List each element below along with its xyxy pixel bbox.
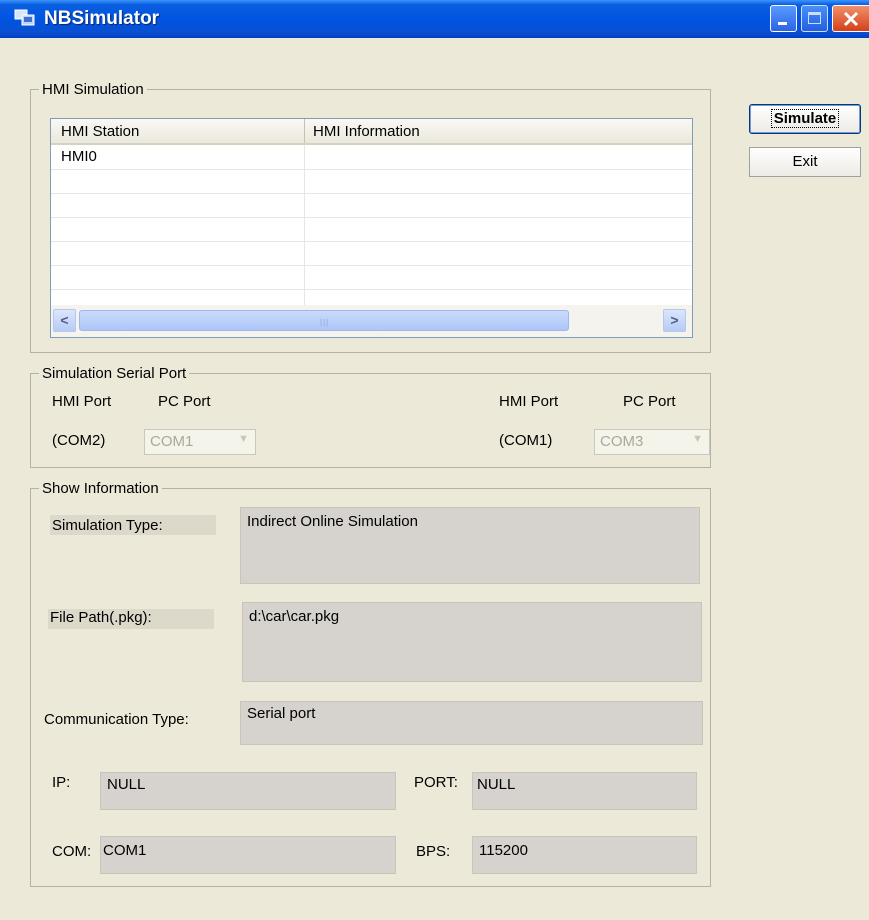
left-pc-port-selected: COM1: [150, 433, 194, 450]
file-path-label: File Path(.pkg):: [50, 609, 152, 626]
maximize-icon: [808, 12, 821, 24]
title-bar[interactable]: NBSimulator: [0, 0, 869, 38]
hmi-list-view[interactable]: HMI Station HMI Information HMI0 < ||| >: [50, 118, 693, 338]
table-row: [51, 193, 692, 218]
exit-button[interactable]: Exit: [749, 147, 861, 177]
left-pc-port-header: PC Port: [158, 393, 211, 410]
horizontal-scrollbar[interactable]: < ||| >: [51, 305, 692, 337]
port-value: NULL: [477, 776, 516, 793]
com-value: COM1: [103, 842, 147, 859]
simulation-type-value: Indirect Online Simulation: [247, 513, 418, 530]
exit-button-label: Exit: [792, 153, 818, 170]
right-pc-port-select[interactable]: COM3 ▼: [594, 429, 710, 455]
minimize-button[interactable]: [770, 5, 797, 32]
simulate-button-label: Simulate: [770, 109, 840, 128]
chevron-left-icon: <: [60, 312, 69, 328]
port-field: NULL: [472, 772, 697, 810]
table-row[interactable]: HMI0: [51, 145, 692, 170]
table-row: [51, 241, 692, 266]
simulate-button[interactable]: Simulate: [749, 104, 861, 134]
grip-icon: |||: [320, 318, 330, 327]
simulation-type-field: Indirect Online Simulation: [240, 507, 700, 584]
com-label: COM:: [52, 843, 92, 860]
ip-value: NULL: [107, 776, 146, 793]
communication-type-label: Communication Type:: [44, 711, 189, 728]
right-hmi-port-value: (COM1): [499, 432, 553, 449]
column-header-hmi-information[interactable]: HMI Information: [313, 123, 420, 140]
chevron-down-icon: ▼: [692, 433, 703, 445]
column-header-hmi-station[interactable]: HMI Station: [61, 123, 139, 140]
maximize-button[interactable]: [801, 5, 828, 32]
hmi-station-cell: HMI0: [61, 148, 97, 165]
scroll-right-button[interactable]: >: [663, 309, 686, 332]
table-row: [51, 169, 692, 194]
minimize-icon: [778, 22, 787, 25]
left-hmi-port-value: (COM2): [52, 432, 106, 449]
right-pc-port-selected: COM3: [600, 433, 644, 450]
left-hmi-port-header: HMI Port: [52, 393, 112, 410]
bps-field: 115200: [472, 836, 697, 874]
window-title: NBSimulator: [44, 8, 160, 29]
show-information-legend: Show Information: [42, 480, 159, 497]
communication-type-value: Serial port: [247, 705, 316, 722]
nbsimulator-window: NBSimulator HMI Simulation HMI Station H…: [0, 0, 869, 920]
scroll-left-button[interactable]: <: [53, 309, 76, 332]
column-divider[interactable]: [304, 119, 305, 143]
column-gridline: [304, 145, 305, 305]
simulation-serial-port-legend: Simulation Serial Port: [42, 365, 187, 382]
close-icon: [843, 11, 859, 27]
scrollbar-thumb[interactable]: |||: [79, 310, 569, 331]
close-button[interactable]: [832, 5, 869, 32]
app-window-icon: [14, 9, 35, 26]
chevron-right-icon: >: [670, 312, 679, 328]
left-pc-port-select[interactable]: COM1 ▼: [144, 429, 256, 455]
communication-type-field: Serial port: [240, 701, 703, 745]
port-label: PORT:: [414, 774, 458, 791]
bps-value: 115200: [479, 842, 528, 859]
file-path-field: d:\car\car.pkg: [242, 602, 702, 682]
chevron-down-icon: ▼: [238, 433, 249, 445]
ip-field: NULL: [100, 772, 396, 810]
right-hmi-port-header: HMI Port: [499, 393, 559, 410]
table-row: [51, 217, 692, 242]
bps-label: BPS:: [416, 843, 451, 860]
list-header: HMI Station HMI Information: [51, 119, 692, 145]
hmi-simulation-legend: HMI Simulation: [42, 81, 144, 98]
ip-label: IP:: [52, 774, 71, 791]
simulation-type-label: Simulation Type:: [52, 517, 163, 534]
com-field: COM1: [100, 836, 396, 874]
right-pc-port-header: PC Port: [623, 393, 676, 410]
table-row: [51, 265, 692, 290]
file-path-value: d:\car\car.pkg: [249, 608, 340, 625]
